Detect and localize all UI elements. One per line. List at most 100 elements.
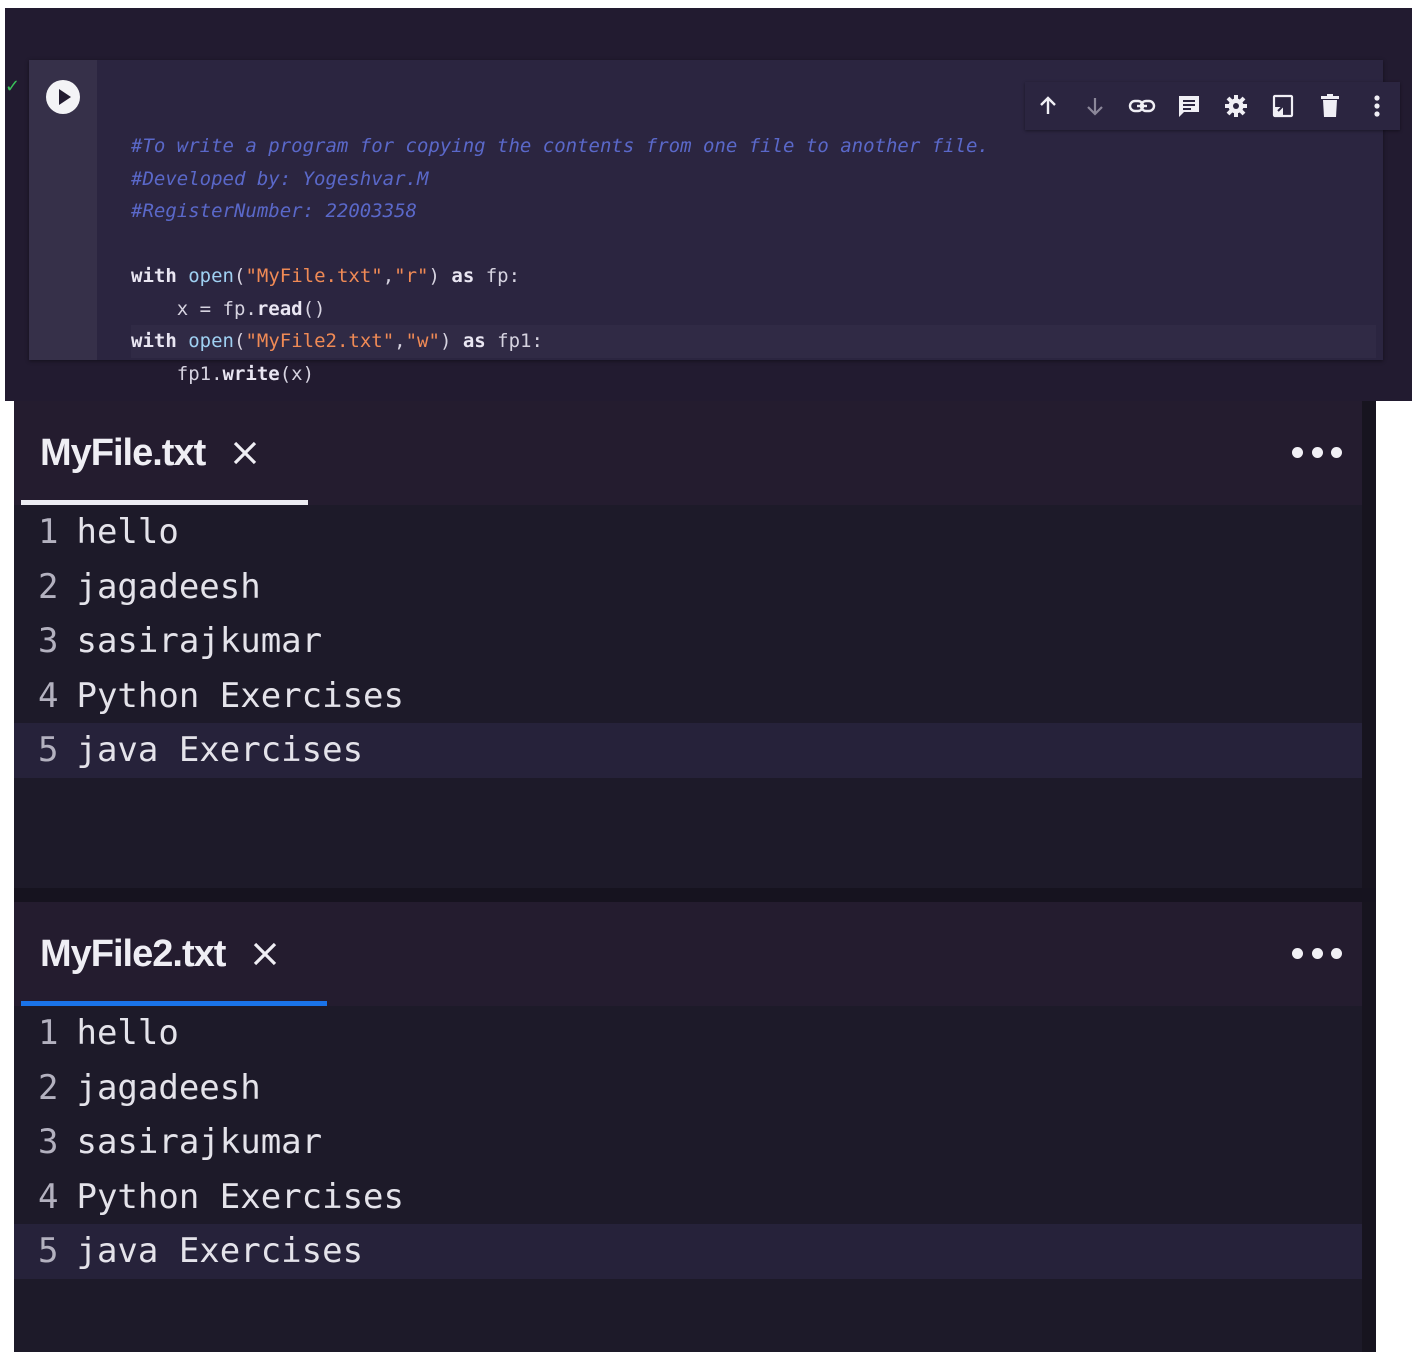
- code-line: #To write a program for copying the cont…: [131, 130, 1376, 163]
- delete-cell-button[interactable]: [1315, 91, 1345, 121]
- line-number: 3: [38, 621, 59, 661]
- file-line: 5 java Exercises: [14, 723, 1362, 778]
- more-dots-icon: [1292, 947, 1303, 959]
- copy-link-button[interactable]: [1127, 91, 1157, 121]
- file-line: 5 java Exercises: [14, 1224, 1362, 1279]
- panel-separator: [14, 888, 1376, 902]
- code-token: write: [222, 362, 280, 385]
- code-token: #Developed by: Yogeshvar.M: [131, 167, 429, 190]
- cell-gutter: [29, 60, 97, 360]
- code-token: as: [451, 265, 475, 287]
- line-number: 4: [38, 1176, 59, 1217]
- line-number: 5: [38, 730, 59, 770]
- code-token: (): [302, 297, 326, 320]
- arrow-up-icon: [1040, 96, 1057, 114]
- code-token: fp1:: [485, 330, 543, 352]
- comment-icon: [1179, 96, 1200, 117]
- close-icon: [234, 441, 257, 465]
- line-text: hello: [76, 1013, 179, 1053]
- code-token: (: [233, 330, 246, 352]
- file-content[interactable]: 1 hello 2 jagadeesh 3 sasirajkumar 4 Python Exe…: [14, 505, 1362, 778]
- execution-status: ✓: [5, 78, 20, 96]
- kebab-menu-icon: [1373, 95, 1380, 117]
- file-viewer-header: MyFile2.txt: [14, 902, 1362, 1006]
- line-number: 2: [38, 1067, 59, 1108]
- file-viewer-header: MyFile.txt: [14, 401, 1362, 505]
- code-token: "MyFile.txt": [245, 265, 383, 287]
- cell-toolbar: [1025, 82, 1400, 130]
- mirror-cell-button[interactable]: [1268, 91, 1298, 121]
- line-number: 3: [38, 1122, 59, 1162]
- file-viewer-myfile: MyFile.txt 1 hello 2 jagadeesh 3 sasirajkumar…: [14, 401, 1376, 888]
- code-token: "r": [394, 265, 429, 287]
- code-line: with open("MyFile.txt","r") as fp:: [131, 260, 1376, 293]
- line-number: 2: [38, 566, 59, 607]
- file-line: 4 Python Exercises: [14, 1170, 1362, 1225]
- link-icon: [1128, 99, 1156, 113]
- code-cell[interactable]: #To write a program for copying the cont…: [29, 60, 1400, 385]
- file-content[interactable]: 1 hello 2 jagadeesh 3 sasirajkumar 4 Python Exe…: [14, 1006, 1362, 1279]
- file-viewer-myfile2: MyFile2.txt 1 hello 2 jagadeesh 3 sasirajkuma…: [14, 902, 1376, 1352]
- code-token: read: [256, 297, 303, 320]
- code-token: ,: [394, 330, 406, 352]
- file-tab[interactable]: MyFile.txt: [18, 401, 308, 505]
- check-icon: ✓: [5, 76, 21, 97]
- line-text: java Exercises: [76, 1231, 364, 1271]
- file-tab-label: MyFile.txt: [40, 431, 206, 474]
- code-token: fp1.: [176, 362, 223, 385]
- code-token: #To write a program for copying the cont…: [131, 135, 989, 157]
- line-text: sasirajkumar: [76, 1122, 323, 1162]
- code-token: (: [233, 265, 246, 287]
- more-options-button[interactable]: [1292, 439, 1342, 465]
- arrow-down-icon: [1087, 98, 1104, 116]
- code-token: "w": [405, 330, 440, 352]
- code-line: with open("MyFile2.txt","w") as fp1:: [131, 325, 1376, 358]
- code-line: x = fp.read(): [131, 293, 1376, 326]
- code-line: #Developed by: Yogeshvar.M: [131, 163, 1376, 196]
- run-cell-button[interactable]: [46, 80, 80, 114]
- file-line: 2 jagadeesh: [14, 1061, 1362, 1116]
- line-text: hello: [76, 512, 179, 552]
- code-token: open: [188, 330, 234, 352]
- code-line: #RegisterNumber: 22003358: [131, 195, 1376, 228]
- line-text: java Exercises: [76, 730, 364, 770]
- file-tab[interactable]: MyFile2.txt: [18, 902, 327, 1006]
- code-line: fp1.write(x): [131, 358, 1376, 391]
- line-text: jagadeesh: [76, 566, 261, 607]
- code-token: #RegisterNumber: 22003358: [131, 200, 417, 222]
- more-cell-actions-button[interactable]: [1362, 91, 1392, 121]
- close-tab-button[interactable]: [251, 940, 279, 968]
- code-token: as: [462, 330, 486, 352]
- code-token: ,: [382, 265, 395, 287]
- close-tab-button[interactable]: [231, 439, 259, 467]
- gear-icon: [1224, 95, 1247, 117]
- code-token: (x): [279, 362, 315, 385]
- file-tab-label: MyFile2.txt: [40, 932, 226, 975]
- code-editor[interactable]: #To write a program for copying the cont…: [131, 130, 1376, 390]
- line-number: 1: [38, 512, 59, 552]
- file-line: 2 jagadeesh: [14, 560, 1362, 615]
- mirror-cell-icon: [1272, 94, 1293, 118]
- code-token: ): [428, 265, 452, 287]
- file-line: 1 hello: [14, 505, 1362, 560]
- file-line: 3 sasirajkumar: [14, 614, 1362, 669]
- cell-settings-button[interactable]: [1221, 91, 1251, 121]
- code-token: with: [131, 265, 177, 287]
- add-comment-button[interactable]: [1174, 91, 1204, 121]
- line-number: 1: [38, 1013, 59, 1053]
- move-cell-down-button[interactable]: [1080, 91, 1110, 121]
- line-text: jagadeesh: [76, 1067, 261, 1108]
- code-token: fp:: [474, 265, 521, 287]
- line-text: sasirajkumar: [76, 621, 323, 661]
- move-cell-up-button[interactable]: [1033, 91, 1063, 121]
- line-number: 5: [38, 1231, 59, 1271]
- more-dots-icon: [1292, 446, 1303, 458]
- code-token: "MyFile2.txt": [245, 330, 395, 352]
- file-line: 1 hello: [14, 1006, 1362, 1061]
- more-options-button[interactable]: [1292, 940, 1342, 966]
